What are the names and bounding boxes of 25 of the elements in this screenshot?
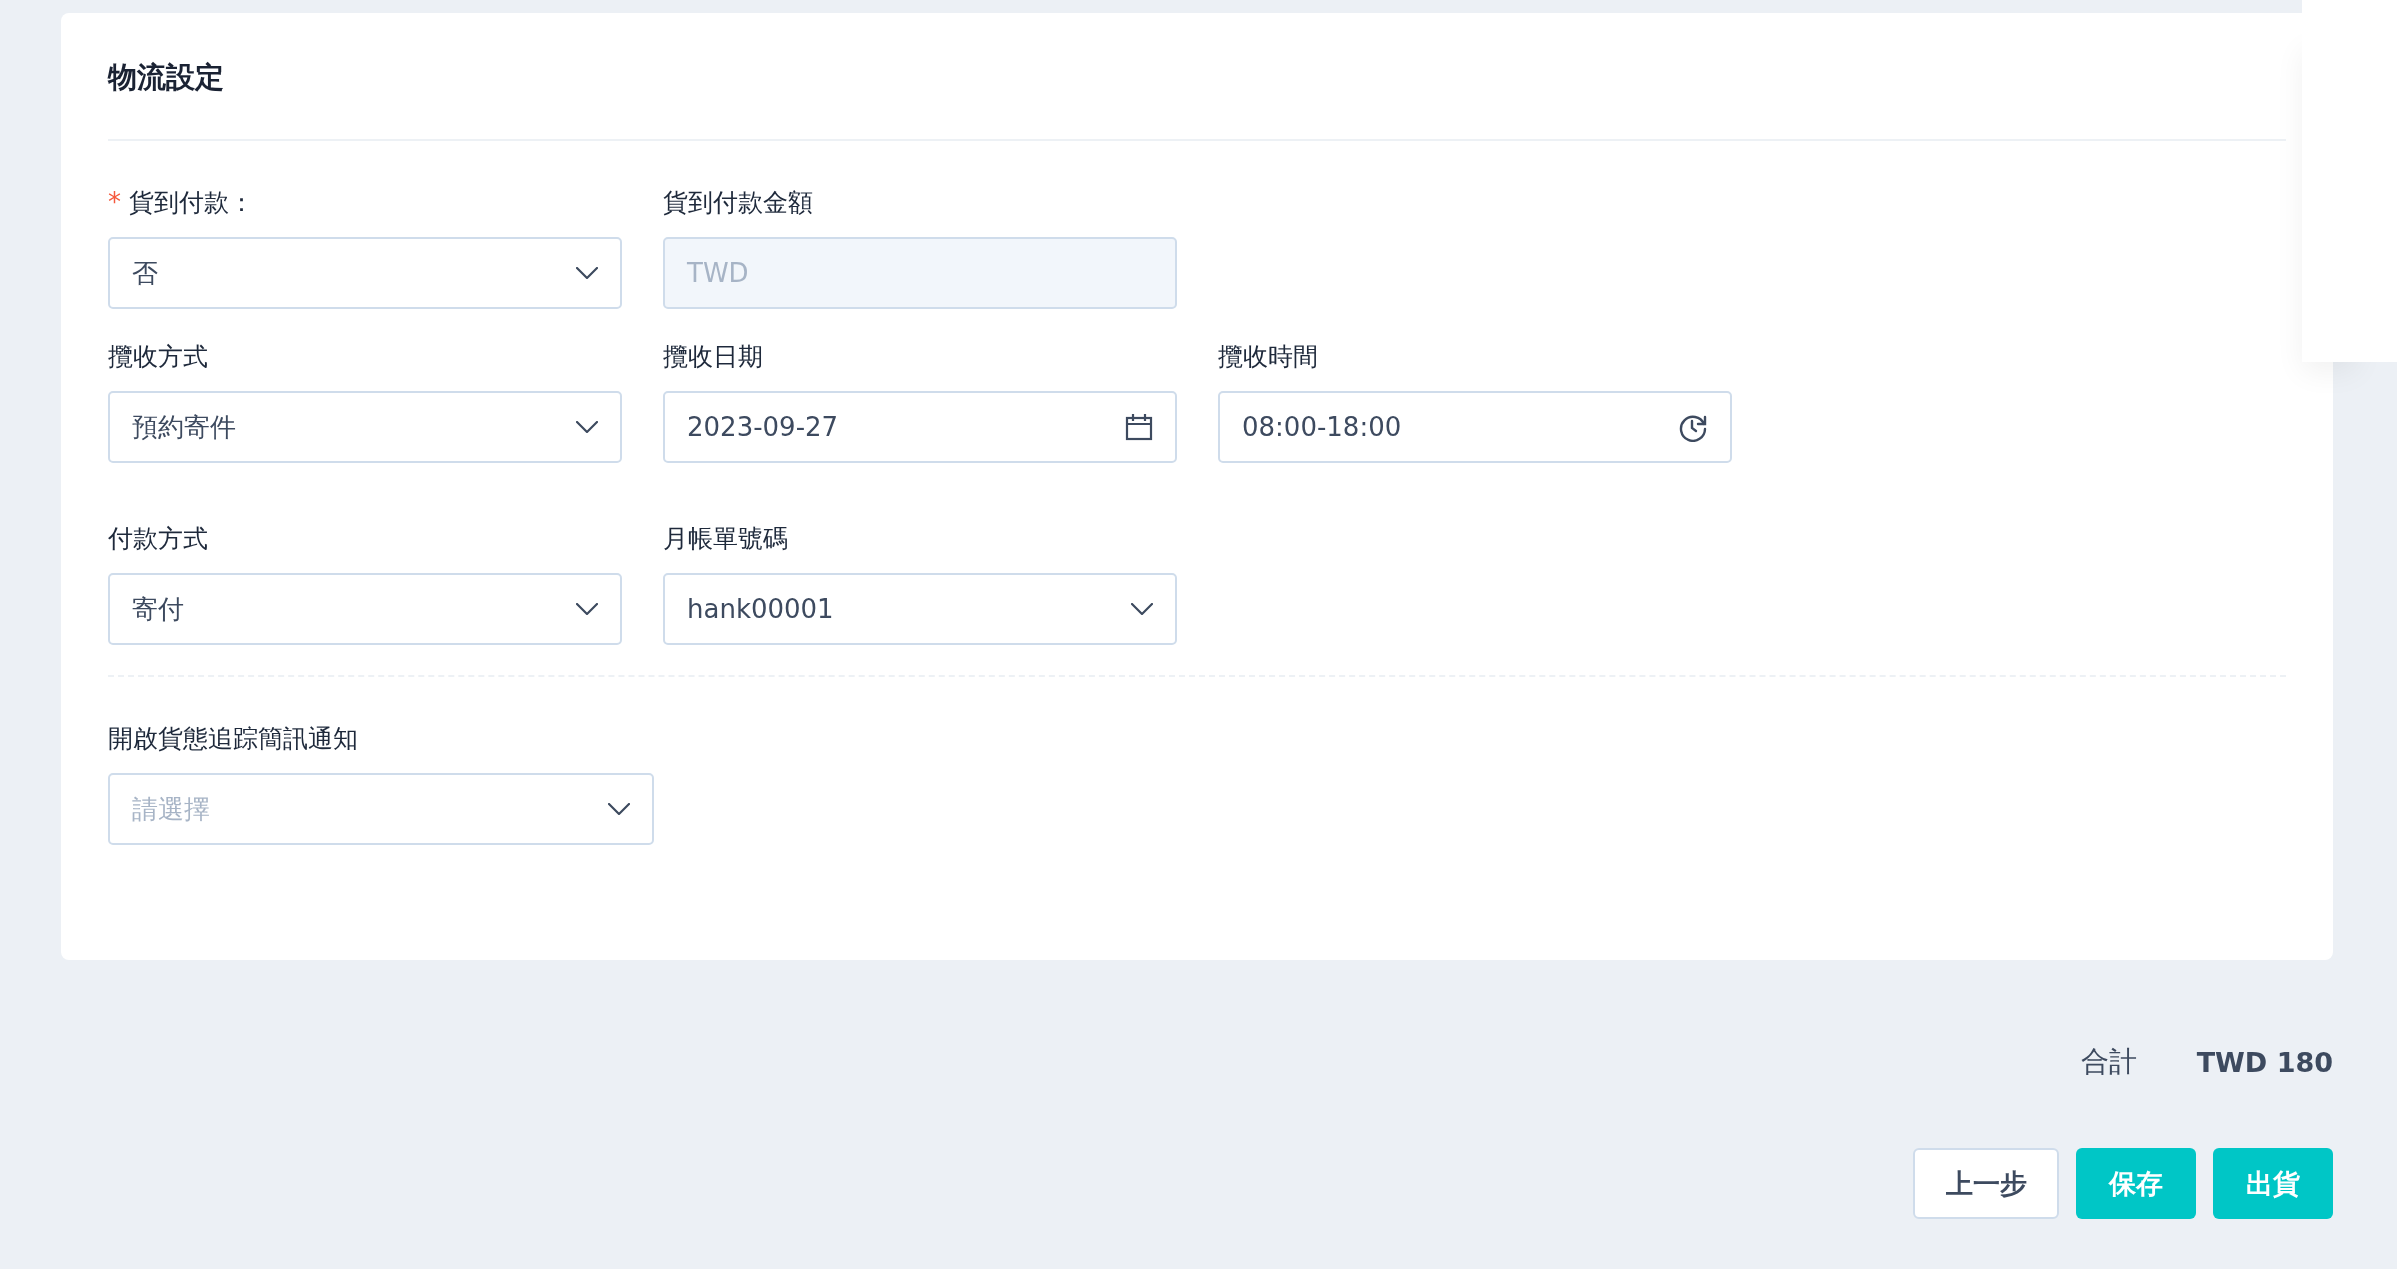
field-label: 開啟貨態追踪簡訊通知: [108, 722, 358, 755]
field-label: 付款方式: [108, 522, 208, 555]
chevron-down-icon: [576, 421, 598, 433]
total-label: 合計: [2080, 1044, 2137, 1080]
field-label: 月帳單號碼: [663, 522, 788, 555]
date-field[interactable]: 2023-09-27: [663, 391, 1177, 463]
chevron-down-icon: [1131, 603, 1153, 615]
field-label: 攬收時間: [1218, 340, 1318, 373]
section-title: 物流設定: [108, 59, 225, 95]
select-field[interactable]: 寄付: [108, 573, 622, 645]
total-amount: TWD 180: [2196, 1046, 2333, 1078]
calendar-icon: [1125, 413, 1153, 441]
chevron-down-icon: [576, 267, 598, 279]
field-label: 貨到付款金額: [663, 186, 813, 219]
back-button[interactable]: 上一步: [1913, 1148, 2059, 1219]
required-mark: *: [108, 187, 121, 217]
field-label: 貨到付款：: [129, 186, 254, 219]
field-label: 攬收方式: [108, 340, 208, 373]
time-field[interactable]: 08:00-18:00: [1218, 391, 1732, 463]
select-field[interactable]: 預約寄件: [108, 391, 622, 463]
chevron-down-icon: [576, 603, 598, 615]
select-field[interactable]: hank00001: [663, 573, 1177, 645]
field-label: 攬收日期: [663, 340, 763, 373]
select-field[interactable]: 否: [108, 237, 622, 309]
chevron-down-icon: [608, 803, 630, 815]
